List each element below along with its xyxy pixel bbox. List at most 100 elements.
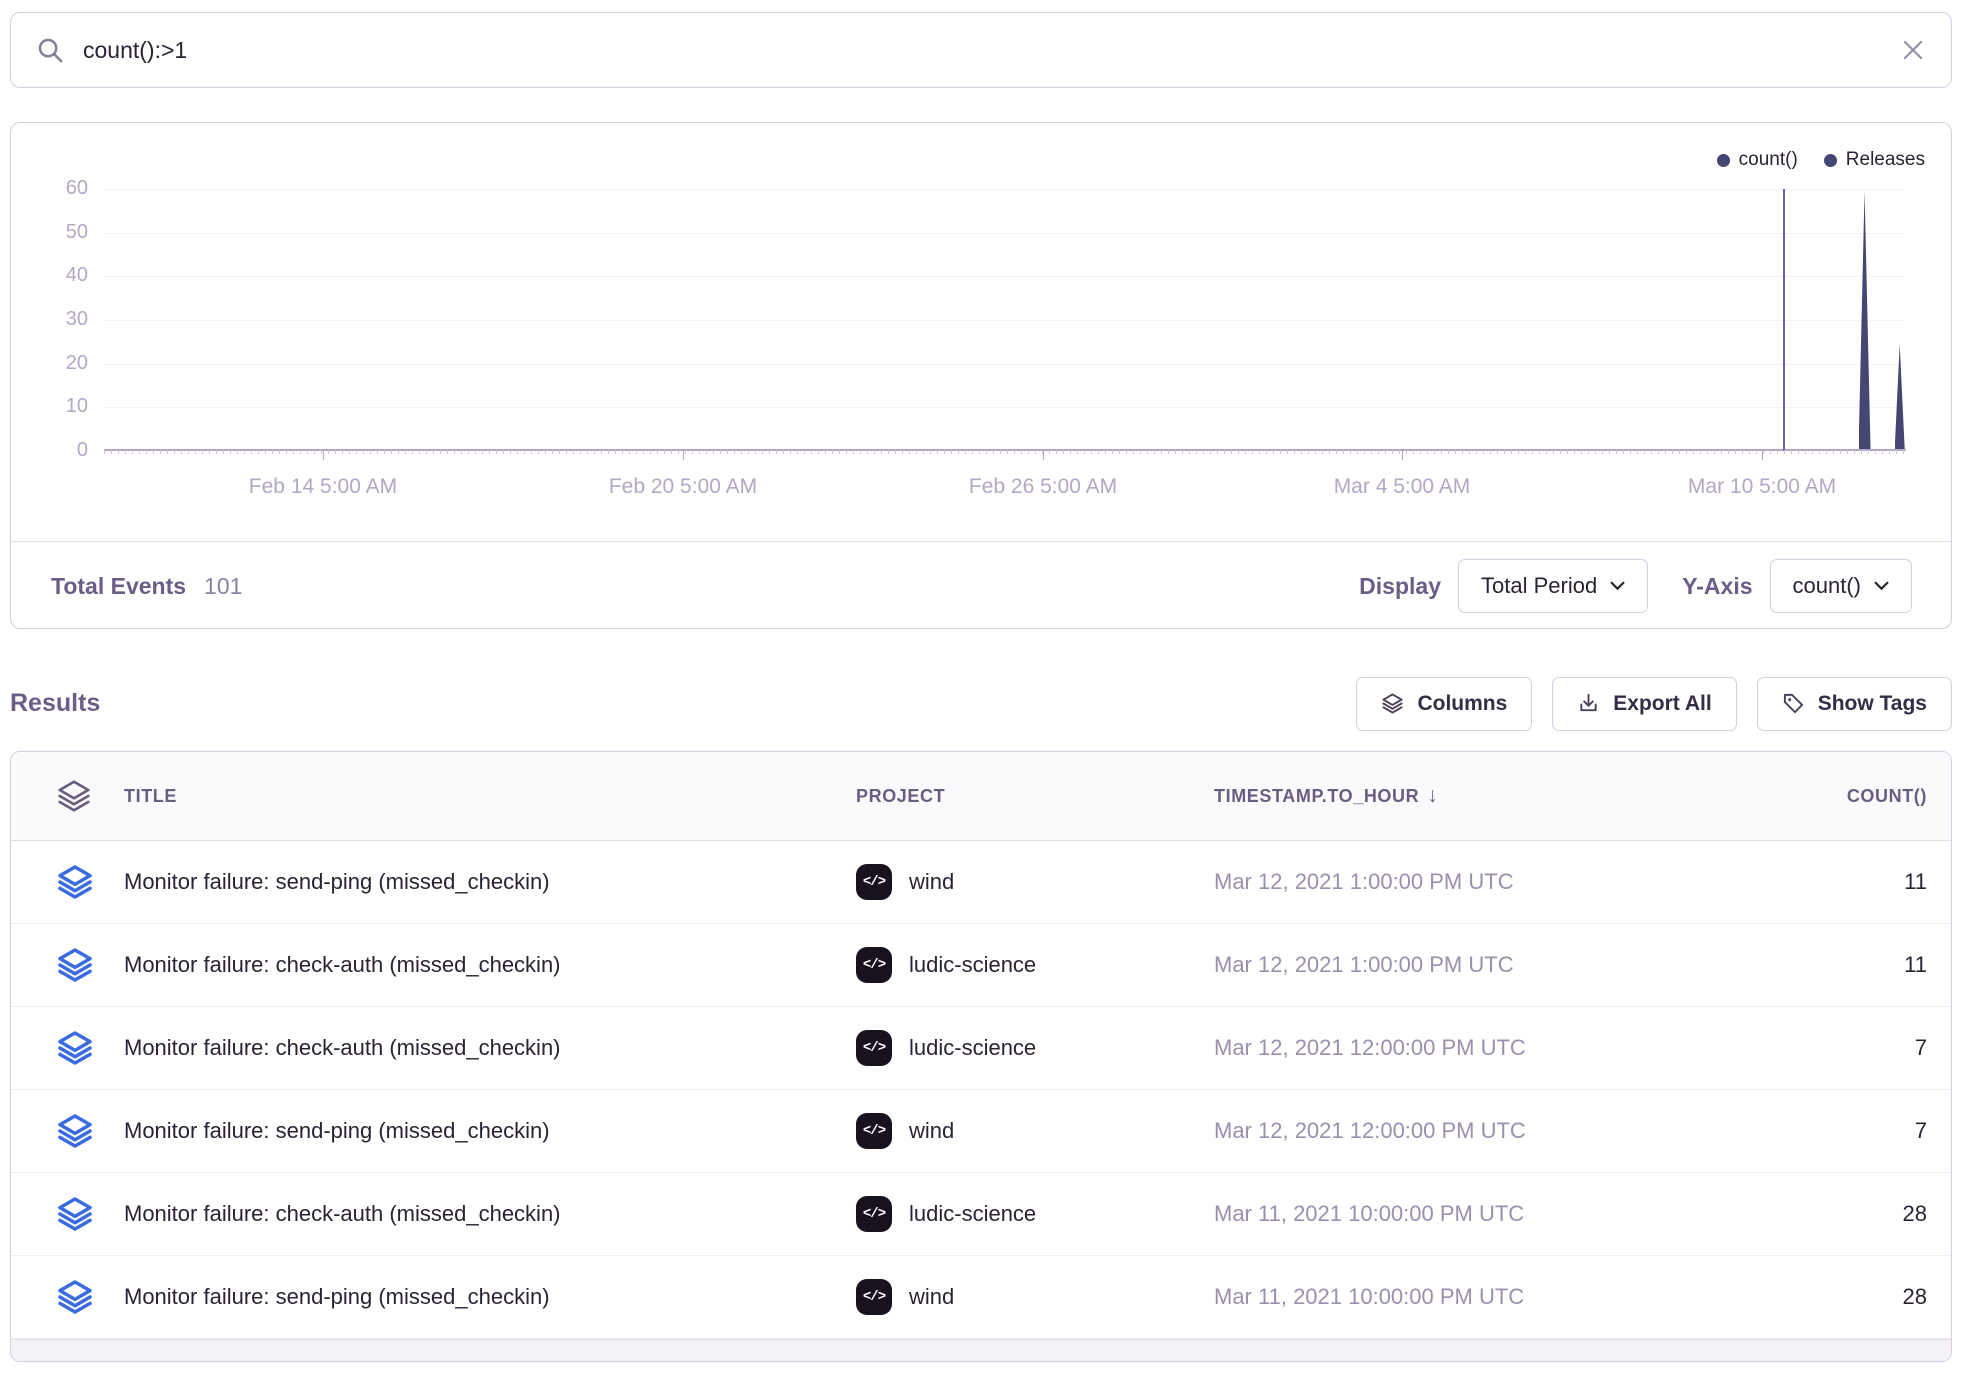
y-axis-tick-label: 50 [11,221,88,244]
event-title: Monitor failure: send-ping (missed_check… [124,1118,856,1144]
clear-search-icon[interactable] [1899,36,1927,64]
total-events-label: Total Events [51,573,186,600]
y-axis-tick-label: 0 [11,439,88,462]
event-timestamp: Mar 12, 2021 12:00:00 PM UTC [1214,1118,1634,1144]
event-title: Monitor failure: check-auth (missed_chec… [124,1201,856,1227]
download-icon [1577,692,1600,715]
gridline [104,364,1906,365]
table-row[interactable]: Monitor failure: send-ping (missed_check… [11,1256,1951,1339]
x-axis-tick-label: Feb 20 5:00 AM [609,475,757,499]
tag-icon [1782,692,1805,715]
project-name: wind [909,1118,954,1144]
results-heading: Results [10,689,100,718]
layers-icon [56,1029,124,1067]
event-count: 7 [1634,1035,1927,1061]
gridline [104,189,1906,190]
count-spike[interactable] [1895,344,1905,449]
layers-icon[interactable] [56,778,124,814]
gridline [104,407,1906,408]
chart-controls: Display Total Period Y-Axis count() [1359,559,1912,613]
project-cell: </> ludic-science [856,1030,1214,1066]
legend-label-count: count() [1739,149,1798,171]
results-table: TITLE PROJECT TIMESTAMP.TO_HOUR ↓ COUNT(… [10,751,1952,1362]
table-actions: Columns Export All Show Tags [1356,677,1952,731]
table-row[interactable]: Monitor failure: send-ping (missed_check… [11,841,1951,924]
event-timestamp: Mar 11, 2021 10:00:00 PM UTC [1214,1284,1634,1310]
x-axis-tick [683,451,684,460]
chevron-down-icon [1610,581,1625,591]
project-cell: </> wind [856,1279,1214,1315]
table-row[interactable]: Monitor failure: check-auth (missed_chec… [11,1173,1951,1256]
event-count: 28 [1634,1284,1927,1310]
platform-code-icon: </> [856,1030,892,1066]
project-name: wind [909,1284,954,1310]
project-cell: </> wind [856,1113,1214,1149]
chart-footer: Total Events 101 Display Total Period Y-… [11,542,1951,630]
show-tags-button[interactable]: Show Tags [1757,677,1952,731]
platform-code-icon: </> [856,947,892,983]
yaxis-dropdown[interactable]: count() [1770,559,1912,613]
total-events-value: 101 [204,573,242,600]
platform-code-icon: </> [856,1113,892,1149]
event-title: Monitor failure: check-auth (missed_chec… [124,1035,856,1061]
event-timestamp: Mar 12, 2021 12:00:00 PM UTC [1214,1035,1634,1061]
release-marker-line[interactable] [1783,189,1785,451]
chart-legend: count() Releases [1717,149,1925,171]
legend-dot-icon [1717,154,1730,167]
x-axis-tick-label: Mar 4 5:00 AM [1334,475,1471,499]
event-title: Monitor failure: send-ping (missed_check… [124,869,856,895]
search-bar [10,12,1952,88]
chevron-down-icon [1874,581,1889,591]
chart-plot-area[interactable] [104,189,1906,451]
total-events: Total Events 101 [51,573,242,600]
display-dropdown[interactable]: Total Period [1458,559,1648,613]
event-timestamp: Mar 12, 2021 1:00:00 PM UTC [1214,869,1634,895]
event-count: 11 [1634,869,1927,895]
y-axis: 6050403020100 [11,189,88,451]
results-header-row: Results Columns Export All Show Tags [10,666,1952,741]
search-input[interactable] [83,37,1899,64]
column-header-project[interactable]: PROJECT [856,786,1214,807]
y-axis-tick-label: 10 [11,395,88,418]
yaxis-dropdown-value: count() [1793,573,1861,599]
y-axis-tick-label: 30 [11,308,88,331]
export-all-button-label: Export All [1613,692,1711,716]
legend-label-releases: Releases [1846,149,1925,171]
gridline [104,276,1906,277]
project-cell: </> wind [856,864,1214,900]
y-axis-tick-label: 60 [11,177,88,200]
layers-icon [56,1112,124,1150]
table-row[interactable]: Monitor failure: send-ping (missed_check… [11,1090,1951,1173]
layers-icon [56,946,124,984]
x-axis-tick [1402,451,1403,460]
export-all-button[interactable]: Export All [1552,677,1736,731]
display-label: Display [1359,573,1441,600]
platform-code-icon: </> [856,1196,892,1232]
columns-button-label: Columns [1417,692,1507,716]
platform-code-icon: </> [856,1279,892,1315]
x-axis-tick [323,451,324,460]
layers-icon [1381,692,1404,715]
show-tags-button-label: Show Tags [1818,692,1927,716]
column-header-title[interactable]: TITLE [124,786,856,807]
y-axis-tick-label: 40 [11,264,88,287]
legend-item-releases[interactable]: Releases [1824,149,1925,171]
event-timestamp: Mar 12, 2021 1:00:00 PM UTC [1214,952,1634,978]
x-axis-tick [1043,451,1044,460]
legend-item-count[interactable]: count() [1717,149,1798,171]
gridline [104,233,1906,234]
event-title: Monitor failure: send-ping (missed_check… [124,1284,856,1310]
columns-button[interactable]: Columns [1356,677,1532,731]
platform-code-icon: </> [856,864,892,900]
yaxis-label: Y-Axis [1682,573,1752,600]
project-name: ludic-science [909,952,1036,978]
project-cell: </> ludic-science [856,1196,1214,1232]
event-count: 28 [1634,1201,1927,1227]
x-axis-tick-label: Feb 26 5:00 AM [969,475,1117,499]
table-row[interactable]: Monitor failure: check-auth (missed_chec… [11,1007,1951,1090]
table-row[interactable]: Monitor failure: check-auth (missed_chec… [11,924,1951,1007]
project-name: wind [909,869,954,895]
project-name: ludic-science [909,1035,1036,1061]
column-header-count[interactable]: COUNT() [1634,786,1927,807]
column-header-timestamp[interactable]: TIMESTAMP.TO_HOUR ↓ [1214,784,1634,808]
